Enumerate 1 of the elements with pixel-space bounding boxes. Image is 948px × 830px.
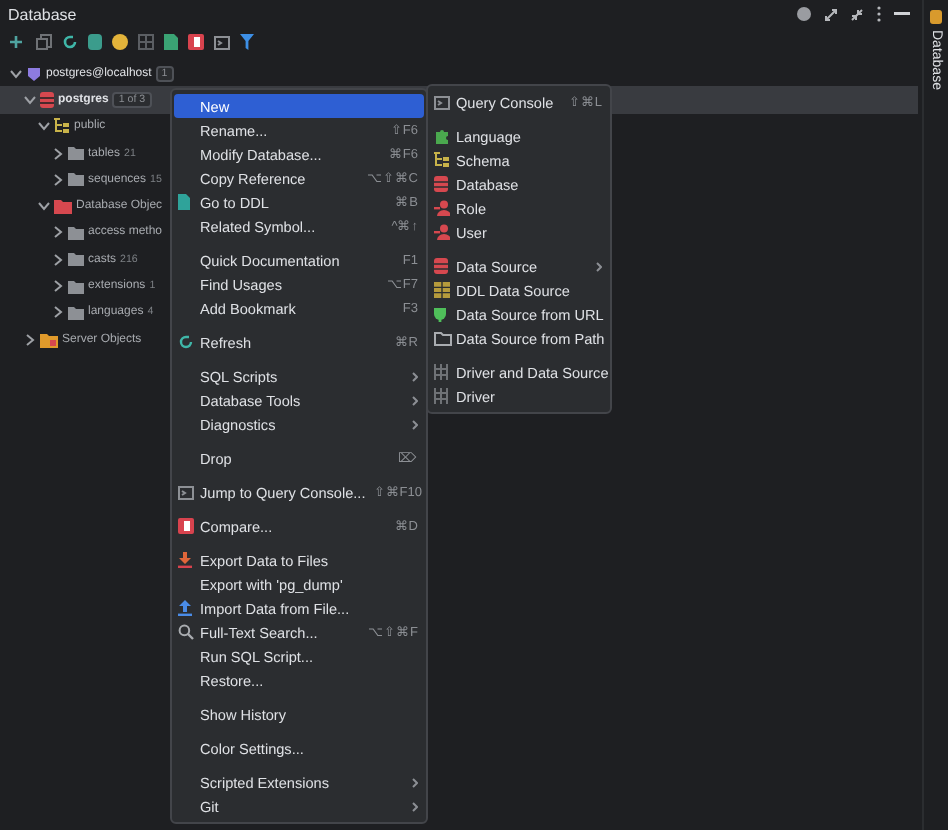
window-title: Database [8, 5, 77, 23]
